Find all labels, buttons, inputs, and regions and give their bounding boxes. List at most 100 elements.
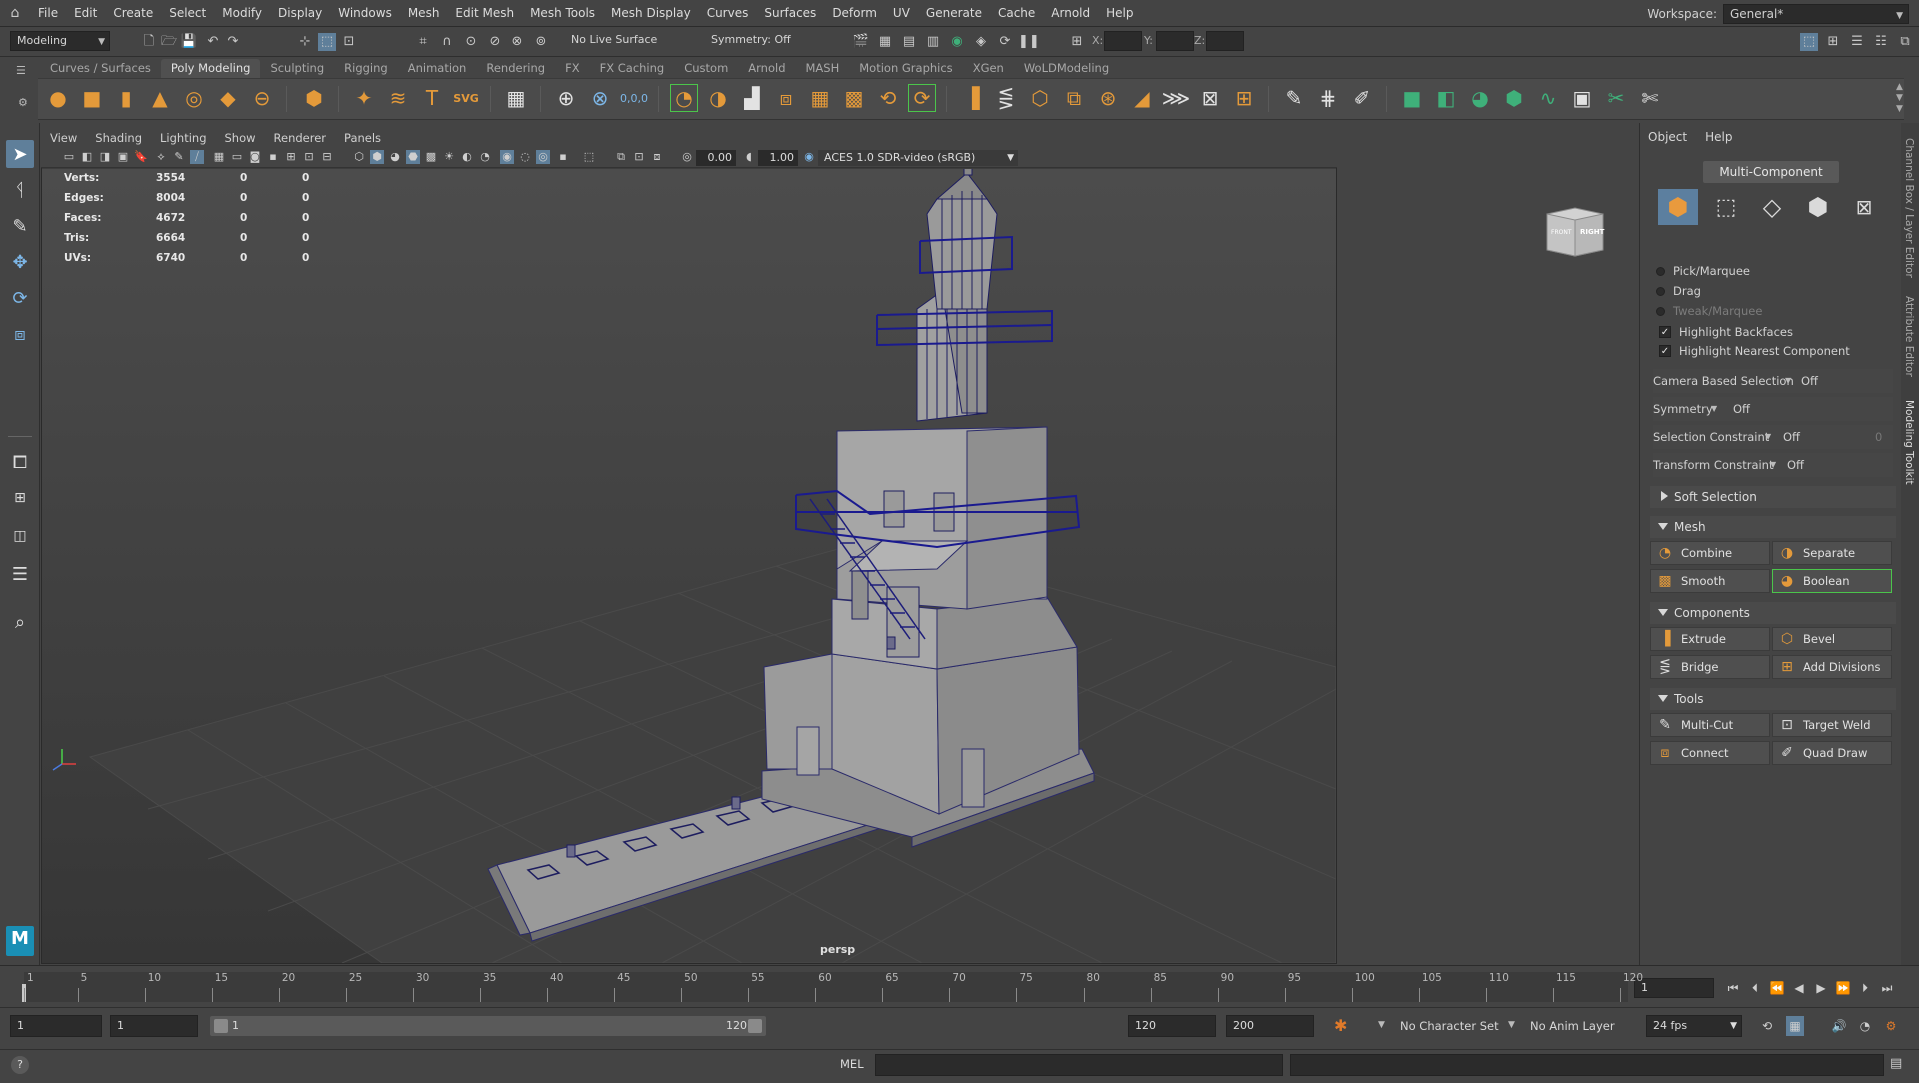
shelf-tab-rigging[interactable]: Rigging [334, 59, 398, 78]
platonic-solid-icon[interactable]: ⬢ [300, 84, 328, 112]
poly-plane-icon[interactable]: ◆ [214, 84, 242, 112]
menu-cache[interactable]: Cache [990, 0, 1043, 27]
two-d-pan-icon[interactable]: ⟡ [154, 150, 168, 164]
render-frame-icon[interactable]: ▦ [876, 33, 894, 51]
uv-spherical-icon[interactable]: ◕ [1466, 84, 1494, 112]
shelf-menu-icon[interactable]: ☰ [16, 64, 26, 77]
gamma-icon[interactable]: ◖ [742, 150, 756, 164]
uv-cut-icon[interactable]: ✂ [1602, 84, 1630, 112]
range-start-handle[interactable] [214, 1019, 228, 1033]
toolkit-menu-help[interactable]: Help [1705, 130, 1732, 144]
fps-dropdown[interactable]: 24 fps ▼ [1646, 1015, 1742, 1037]
shelf-tab-motion-graphics[interactable]: Motion Graphics [849, 59, 962, 78]
safe-title-icon[interactable]: ⊟ [320, 150, 334, 164]
chevron-down-icon[interactable]: ▼ [1785, 369, 1791, 393]
playback-end-field[interactable]: 120 [1128, 1015, 1216, 1037]
loop-icon[interactable]: ⟲ [1758, 1016, 1776, 1036]
svg-icon[interactable]: SVG [452, 84, 480, 112]
connect-button[interactable]: ⧈ Connect [1650, 741, 1770, 765]
boolean-button[interactable]: ◕ Boolean [1772, 569, 1892, 593]
viewport-menu-lighting[interactable]: Lighting [151, 131, 215, 145]
persp-outliner-layout-icon[interactable]: ◫ [6, 522, 34, 550]
bevel-icon[interactable]: ⬡ [1026, 84, 1054, 112]
fill-hole-icon[interactable]: ▦ [806, 84, 834, 112]
live-surface-field[interactable]: No Live Surface [565, 31, 665, 51]
quad-draw-icon[interactable]: ✐ [1348, 84, 1376, 112]
step-forward-key-icon[interactable]: ⏵ [1856, 978, 1874, 998]
z-field[interactable] [1206, 31, 1244, 51]
gate-mask-icon[interactable]: ▪ [266, 150, 280, 164]
anti-aliasing-icon[interactable]: ⊡ [632, 150, 646, 164]
toolkit-menu-object[interactable]: Object [1648, 130, 1687, 144]
select-by-hierarchy-icon[interactable]: ⊹ [296, 33, 314, 51]
snap-point-icon[interactable]: ⊙ [462, 33, 480, 51]
safe-action-icon[interactable]: ⊡ [302, 150, 316, 164]
ambient-occlusion-icon[interactable]: ◔ [478, 150, 492, 164]
shelf-tab-custom[interactable]: Custom [674, 59, 738, 78]
isolate-select-icon[interactable]: ◉ [500, 150, 514, 164]
sweep-mesh-icon[interactable]: ≋ [384, 84, 412, 112]
hypershade-icon[interactable]: ◉ [948, 33, 966, 51]
wedge-icon[interactable]: ◢ [1128, 84, 1156, 112]
paint-select-tool-icon[interactable]: ✎ [6, 212, 34, 240]
default-material-icon[interactable]: ◕ [388, 150, 402, 164]
shelf-scroll-icon[interactable]: ▲ ▼ ▼ [1896, 82, 1903, 115]
use-all-lights-icon[interactable]: ☀ [442, 150, 456, 164]
shelf-settings-icon[interactable]: ⚙ [18, 96, 28, 109]
append-polygon-icon[interactable]: ⧉ [1060, 84, 1088, 112]
workspace-dropdown[interactable]: General* [1723, 3, 1909, 25]
viewport-menu-view[interactable]: View [41, 131, 86, 145]
exposure-field[interactable]: 0.00 [696, 150, 736, 166]
y-field[interactable] [1156, 31, 1194, 51]
command-input[interactable] [875, 1054, 1283, 1076]
anim-layer-dropdown[interactable]: No Anim Layer [1530, 1015, 1615, 1037]
menu-select[interactable]: Select [161, 0, 214, 27]
uv-editor-icon[interactable]: ▣ [1568, 84, 1596, 112]
arnold-ipr-icon[interactable]: ⟳ [996, 33, 1014, 51]
move-tool-icon[interactable]: ✥ [6, 248, 34, 276]
make-live-icon[interactable]: ⊚ [532, 33, 550, 51]
scale-tool-icon[interactable]: ⧈ [6, 320, 34, 348]
motion-blur-icon[interactable]: ⧉ [614, 150, 628, 164]
script-language-toggle[interactable]: MEL [840, 1057, 864, 1071]
go-to-start-icon[interactable]: ⏮ [1724, 978, 1742, 998]
grid-icon[interactable]: ▦ [502, 84, 530, 112]
menu-file[interactable]: File [30, 0, 66, 27]
uv-planar-icon[interactable]: ■ [1398, 84, 1426, 112]
select-tool-icon[interactable]: ➤ [6, 140, 34, 168]
extrude-icon[interactable]: ▐ [958, 84, 986, 112]
tool-settings-toggle-icon[interactable]: ☰ [1848, 33, 1866, 51]
uv-sew-icon[interactable]: ✄ [1636, 84, 1664, 112]
undo-icon[interactable]: ↶ [204, 33, 222, 51]
auto-key-icon[interactable]: ✱ [1334, 1016, 1347, 1035]
uv-unfold-icon[interactable]: ∿ [1534, 84, 1562, 112]
uv-mode-icon[interactable]: ⊠ [1844, 189, 1884, 225]
menu-arnold[interactable]: Arnold [1043, 0, 1098, 27]
field-chart-icon[interactable]: ⊞ [284, 150, 298, 164]
playback-speed-icon[interactable]: ◔ [1856, 1016, 1874, 1036]
shelf-tab-woldmodeling[interactable]: WoLDModeling [1014, 59, 1119, 78]
drag-radio[interactable]: Drag [1656, 282, 1701, 300]
remesh-icon[interactable]: ⟳ [908, 84, 936, 112]
vertex-mode-icon[interactable]: ⬚ [1706, 189, 1746, 225]
uv-cylindrical-icon[interactable]: ◧ [1432, 84, 1460, 112]
super-shape-icon[interactable]: ✦ [350, 84, 378, 112]
smooth-shade-icon[interactable]: ⬢ [370, 150, 384, 164]
layer-editor-toggle-icon[interactable]: ⧉ [1896, 33, 1914, 51]
chevron-down-icon[interactable]: ▼ [1378, 1020, 1385, 1030]
menu-generate[interactable]: Generate [918, 0, 990, 27]
selection-constraint-option[interactable]: Selection Constraint ▼ Off 0 [1653, 425, 1893, 449]
single-perspective-layout-icon[interactable]: ⧠ [6, 448, 34, 476]
multi-component-button[interactable]: Multi-Component [1703, 161, 1839, 183]
menu-edit[interactable]: Edit [66, 0, 105, 27]
mesh-section[interactable]: Mesh [1650, 516, 1896, 538]
animation-end-field[interactable]: 200 [1226, 1015, 1314, 1037]
current-frame-field[interactable]: 1 [1634, 978, 1714, 998]
menu-deform[interactable]: Deform [824, 0, 885, 27]
shelf-tab-fx-caching[interactable]: FX Caching [590, 59, 675, 78]
film-gate-icon[interactable]: ▭ [230, 150, 244, 164]
center-pivot-icon[interactable]: 0,0,0 [620, 84, 648, 112]
shelf-tab-fx[interactable]: FX [555, 59, 590, 78]
help-icon[interactable]: ? [11, 1056, 29, 1074]
tab-channel-box[interactable]: Channel Box / Layer Editor [1903, 138, 1915, 278]
